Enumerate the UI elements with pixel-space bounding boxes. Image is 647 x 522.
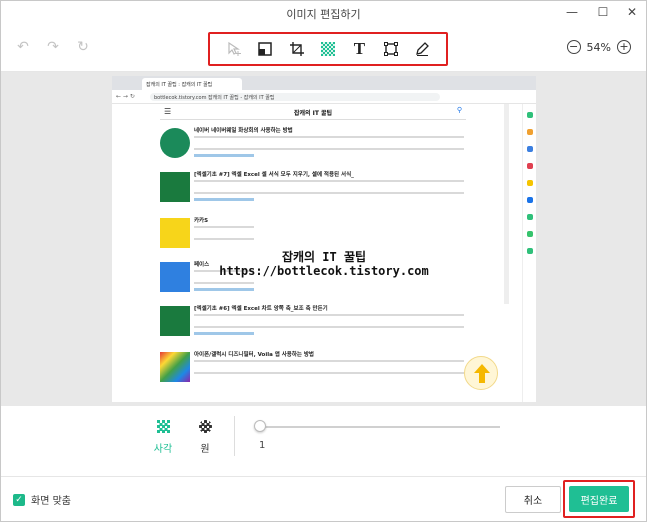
blog-header: ☰ 잡캐의 IT 꿀팁 ⚲ xyxy=(160,104,466,120)
watermark-url: https://bottlecok.tistory.com xyxy=(219,264,429,278)
zoom-control: − 54% + xyxy=(566,40,631,54)
zoom-level: 54% xyxy=(586,40,611,54)
history-controls: ↶ ↷ ↻ xyxy=(14,38,92,56)
browser-addressbar: ← → ↻ bottlecok.tistory.com 잡캐의 IT 꿀팁 - … xyxy=(112,90,536,104)
extension-icon xyxy=(526,197,533,203)
slider-value: 1 xyxy=(259,440,266,451)
mosaic-fill-icon[interactable] xyxy=(255,39,275,59)
minimize-icon[interactable]: — xyxy=(562,3,582,21)
zoom-in-icon[interactable]: + xyxy=(617,40,631,54)
mosaic-options: 사각 원 1 xyxy=(0,406,647,476)
fit-to-screen-checkbox[interactable]: ✓ 화면 맞춤 xyxy=(13,492,71,507)
window-title: 이미지 편집하기 xyxy=(286,8,361,21)
cancel-button[interactable]: 취소 xyxy=(505,486,561,513)
post-excerpt xyxy=(194,136,464,150)
extension-icon xyxy=(526,214,533,220)
post-title: [엑셀기초 #7] 엑셀 Excel 셀 서식 모두 지우기, 셀에 적용된 서… xyxy=(194,172,354,178)
browser-nav-icons: ← → ↻ xyxy=(116,93,135,100)
browser-scrollbar xyxy=(504,104,509,304)
post-title: 카카S xyxy=(194,218,209,224)
post-excerpt xyxy=(194,314,464,328)
options-divider xyxy=(234,416,235,456)
search-icon: ⚲ xyxy=(456,106,462,114)
slider-handle[interactable] xyxy=(254,420,266,432)
extension-icon xyxy=(526,231,533,237)
undo-icon[interactable]: ↶ xyxy=(14,38,32,56)
post-excerpt xyxy=(194,360,464,374)
extension-icon xyxy=(526,112,533,118)
edited-image[interactable]: 잡캐의 IT 꿀팁 : 잡캐의 IT 꿀팁 ← → ↻ bottlecok.ti… xyxy=(112,76,536,402)
blog-title: 잡캐의 IT 꿀팁 xyxy=(293,110,333,117)
pen-icon[interactable] xyxy=(412,39,432,59)
close-icon[interactable]: ✕ xyxy=(622,3,642,21)
select-move-icon[interactable] xyxy=(224,39,244,59)
shape-circle-label: 원 xyxy=(200,444,210,455)
crop-icon[interactable] xyxy=(287,39,307,59)
list-item: 네이버 네이버웨일 화상회의 사용하는 방법 xyxy=(160,126,466,168)
shape-square-label: 사각 xyxy=(153,444,173,455)
redo-icon[interactable]: ↷ xyxy=(44,38,62,56)
post-title: 아이폰/갤럭시 디즈니필터, Voila 앱 사용하는 방법 xyxy=(194,352,314,358)
done-button[interactable]: 편집완료 xyxy=(569,486,629,512)
dialog-footer: ✓ 화면 맞춤 취소 편집완료 xyxy=(0,476,647,522)
text-icon[interactable]: T xyxy=(349,39,369,59)
post-meta xyxy=(194,154,254,157)
title-bar: 이미지 편집하기 — ☐ ✕ xyxy=(0,0,647,26)
post-thumbnail xyxy=(160,352,190,382)
post-title: 네이버 네이버웨일 화상회의 사용하는 방법 xyxy=(194,128,293,134)
post-meta xyxy=(194,198,254,201)
square-mosaic-icon xyxy=(156,420,170,433)
post-thumbnail xyxy=(160,172,190,202)
post-thumbnail xyxy=(160,306,190,336)
list-item: [엑셀기초 #6] 엑셀 Excel 차트 앙쪽 축_보조 축 만든기 xyxy=(160,304,466,346)
browser-tabbar: 잡캐의 IT 꿀팁 : 잡캐의 IT 꿀팁 xyxy=(112,76,536,90)
reset-icon[interactable]: ↻ xyxy=(74,38,92,56)
extension-icon xyxy=(526,129,533,135)
post-thumbnail xyxy=(160,128,190,158)
done-button-highlight: 편집완료 xyxy=(563,480,635,518)
zoom-out-icon[interactable]: − xyxy=(566,40,581,54)
mosaic-size-slider[interactable] xyxy=(260,426,500,428)
mosaic-pattern-icon[interactable] xyxy=(318,39,338,59)
fit-to-screen-label: 화면 맞춤 xyxy=(31,496,71,507)
extension-icon xyxy=(526,248,533,254)
extension-icon xyxy=(526,146,533,152)
post-excerpt xyxy=(194,180,464,194)
circle-mosaic-icon xyxy=(198,420,212,433)
checkbox-checked-icon[interactable]: ✓ xyxy=(13,493,25,506)
shape-square-option[interactable]: 사각 xyxy=(148,420,178,455)
post-meta xyxy=(194,332,254,335)
browser-url: bottlecok.tistory.com 잡캐의 IT 꿀팁 - 잡캐의 IT… xyxy=(150,93,440,101)
browser-tab: 잡캐의 IT 꿀팁 : 잡캐의 IT 꿀팁 xyxy=(142,78,242,90)
post-title: [엑셀기초 #6] 엑셀 Excel 차트 앙쪽 축_보조 축 만든기 xyxy=(194,306,328,312)
list-item: [엑셀기초 #7] 엑셀 Excel 셀 서식 모두 지우기, 셀에 적용된 서… xyxy=(160,170,466,212)
post-meta xyxy=(194,288,254,291)
scroll-top-button xyxy=(464,356,498,390)
list-item: 아이폰/갤럭시 디즈니필터, Voila 앱 사용하는 방법 xyxy=(160,350,466,392)
editor-toolbar: ↶ ↷ ↻ T − 54% + xyxy=(0,26,647,72)
extension-icon xyxy=(526,180,533,186)
editing-tools: T xyxy=(208,32,448,66)
post-excerpt xyxy=(194,226,254,240)
shape-circle-option[interactable]: 원 xyxy=(190,420,220,455)
editing-canvas[interactable]: 잡캐의 IT 꿀팁 : 잡캐의 IT 꿀팁 ← → ↻ bottlecok.ti… xyxy=(0,72,647,406)
post-thumbnail xyxy=(160,218,190,248)
watermark-title: 잡캐의 IT 꿀팁 xyxy=(281,250,367,264)
maximize-icon[interactable]: ☐ xyxy=(593,3,613,21)
rectangle-icon[interactable] xyxy=(381,39,401,59)
browser-extension-bar xyxy=(522,104,536,402)
extension-icon xyxy=(526,163,533,169)
